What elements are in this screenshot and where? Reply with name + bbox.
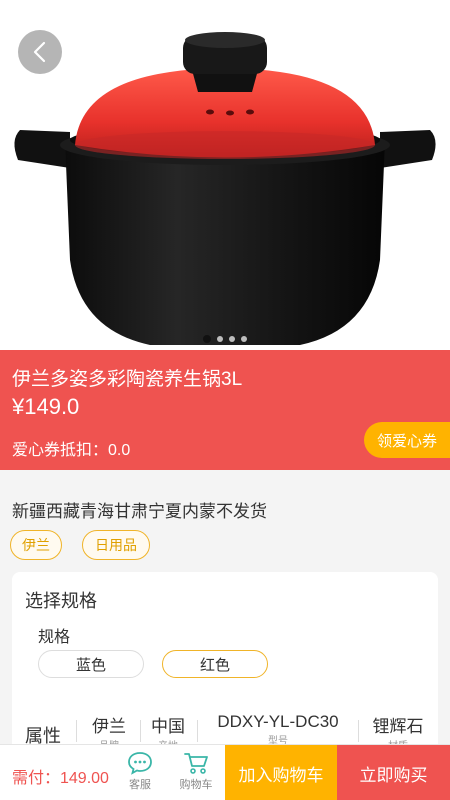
buy-now-button[interactable]: 立即购买 xyxy=(337,745,450,800)
tag-category[interactable]: 日用品 xyxy=(82,530,150,560)
divider xyxy=(197,720,198,742)
shopping-cart-icon xyxy=(184,753,208,774)
attribute-value: 锂辉石 xyxy=(372,717,424,736)
carousel-dot[interactable] xyxy=(229,336,235,342)
attribute-value: 伊兰 xyxy=(92,717,126,736)
tag-brand[interactable]: 伊兰 xyxy=(10,530,62,560)
chat-icon xyxy=(128,752,152,775)
attribute-model: DDXY-YL-DC30 型号 xyxy=(208,712,348,747)
carousel-indicator xyxy=(0,335,450,343)
get-coupon-button[interactable]: 领爱心券 xyxy=(364,422,450,458)
cart-icon-button[interactable]: 购物车 xyxy=(176,751,216,797)
bottom-action-bar: 需付：149.00 客服 购物车 加入购物车 立即购买 xyxy=(0,744,450,800)
ceramic-pot-image xyxy=(14,32,436,345)
divider xyxy=(140,720,141,742)
add-to-cart-button[interactable]: 加入购物车 xyxy=(225,745,337,800)
coupon-deduction: 爱心券抵扣：0.0 xyxy=(12,442,131,459)
carousel-dot[interactable] xyxy=(203,335,211,343)
product-title: 伊兰多姿多彩陶瓷养生锅3L xyxy=(12,369,243,390)
price-section: 伊兰多姿多彩陶瓷养生锅3L ¥149.0 爱心券抵扣：0.0 领爱心券 xyxy=(0,350,450,470)
tag-list: 伊兰 日用品 xyxy=(10,530,150,560)
service-label: 客服 xyxy=(129,779,151,791)
attribute-value: DDXY-YL-DC30 xyxy=(217,712,339,731)
cart-label: 购物车 xyxy=(179,779,213,791)
spec-option-red[interactable]: 红色 xyxy=(162,650,268,678)
spec-label: 规格 xyxy=(38,629,71,646)
carousel-dot[interactable] xyxy=(241,336,247,342)
product-image-carousel[interactable] xyxy=(0,0,450,350)
back-arrow-icon xyxy=(33,41,46,63)
customer-service-button[interactable]: 客服 xyxy=(120,751,160,797)
product-detail-page: 伊兰多姿多彩陶瓷养生锅3L ¥149.0 爱心券抵扣：0.0 领爱心券 新疆西藏… xyxy=(0,0,450,800)
spec-title: 选择规格 xyxy=(25,591,97,611)
total-amount: 需付：149.00 xyxy=(12,770,109,787)
back-button[interactable] xyxy=(18,30,62,74)
divider xyxy=(76,720,77,742)
divider xyxy=(358,720,359,742)
shipping-restriction: 新疆西藏青海甘肃宁夏内蒙不发货 xyxy=(12,502,267,521)
carousel-dot[interactable] xyxy=(217,336,223,342)
product-price: ¥149.0 xyxy=(12,394,80,419)
attribute-value: 中国 xyxy=(151,717,185,736)
spec-option-blue[interactable]: 蓝色 xyxy=(38,650,144,678)
